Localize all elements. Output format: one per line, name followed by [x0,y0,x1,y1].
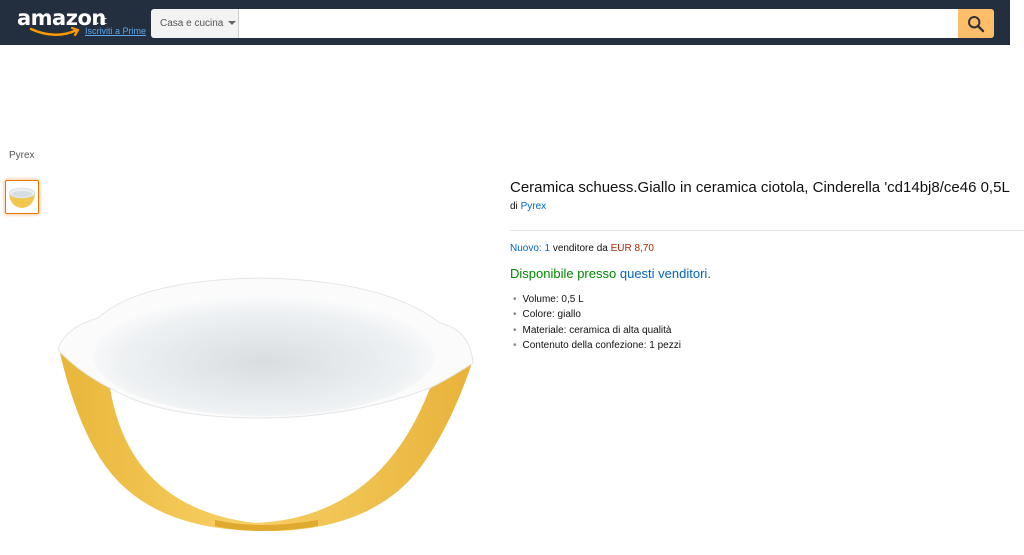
brand-link[interactable]: Pyrex [521,201,547,212]
caret-down-icon [228,21,237,26]
feature-bullets: Volume: 0,5 L Colore: giallo Materiale: … [511,292,681,354]
offer-price: EUR 8,70 [610,243,654,254]
search-bar: Casa e cucina [151,9,994,38]
feature-bullet: Volume: 0,5 L [511,292,681,307]
divider [510,230,1024,231]
main-product-image[interactable] [50,268,480,543]
yellow-bowl-image [57,277,474,532]
product-byline: di Pyrex [510,201,546,212]
amazon-logo[interactable]: amazon .it Iscriviti a Prime [15,4,146,42]
seller-count[interactable]: 1 [544,243,550,254]
search-category-label: Casa e cucina [160,18,224,29]
brand-breadcrumb[interactable]: Pyrex [9,150,35,161]
availability-text: Disponibile presso [510,266,617,281]
search-category-dropdown[interactable]: Casa e cucina [151,9,239,38]
search-button[interactable] [958,9,994,38]
feature-bullet: Colore: giallo [511,307,681,322]
magnifier-icon [968,15,985,32]
sellers-link[interactable]: questi venditori [620,266,707,281]
product-title: Ceramica schuess.Giallo in ceramica ciot… [510,179,1010,196]
search-input[interactable] [239,9,958,38]
feature-bullet: Contenuto della confezione: 1 pezzi [511,338,681,353]
new-offers-label[interactable]: Nuovo: [510,243,542,254]
bowl-thumbnail-image [8,187,36,208]
seller-text: venditore da [552,243,608,254]
availability-suffix: . [707,266,711,281]
availability: Disponibile presso questi venditori. [510,266,711,281]
by-prefix: di [510,201,518,212]
product-thumbnail[interactable] [5,180,39,214]
join-prime-link[interactable]: Iscriviti a Prime [85,26,146,36]
top-nav-bar: amazon .it Iscriviti a Prime Casa e cuci… [0,0,1010,45]
feature-bullet: Materiale: ceramica di alta qualità [511,323,681,338]
smile-arrow-icon [29,26,80,37]
offer-line: Nuovo: 1 venditore da EUR 8,70 [510,243,654,254]
